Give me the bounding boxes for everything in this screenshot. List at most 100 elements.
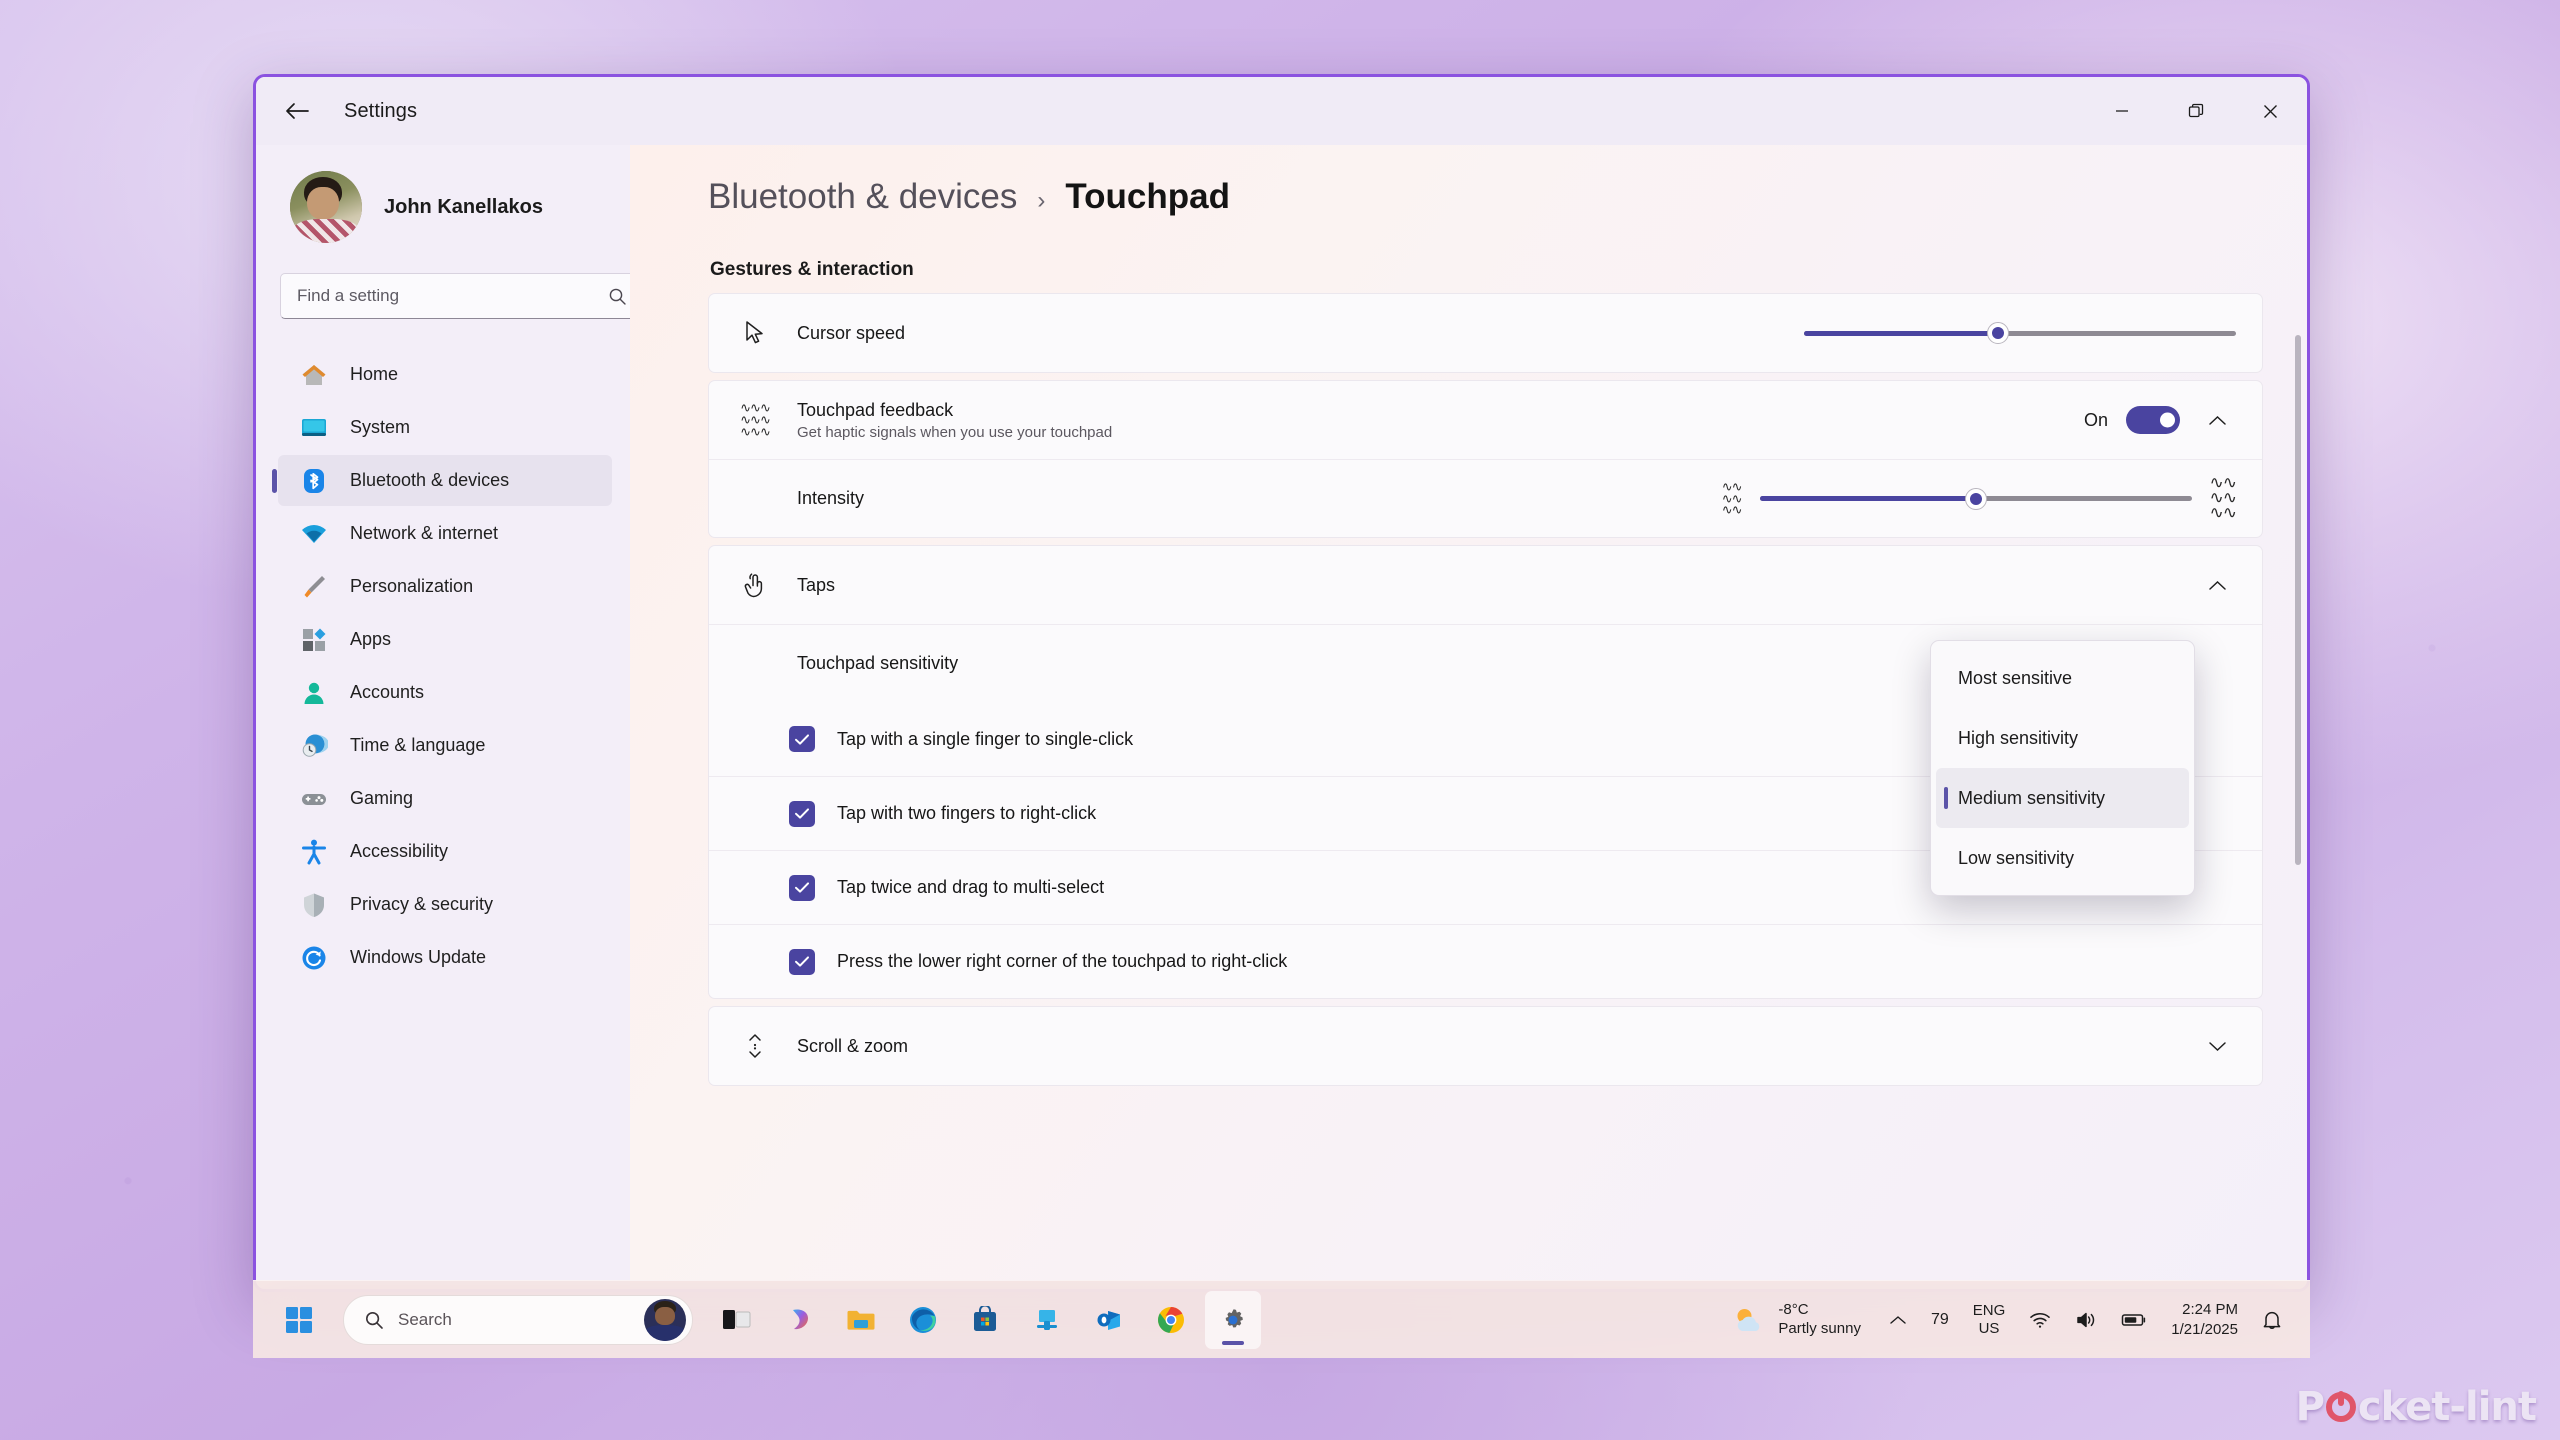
sidebar: John Kanellakos Home System Bluetooth & de…	[256, 145, 642, 1289]
clock-widget[interactable]: 2:24 PM 1/21/2025	[2161, 1294, 2248, 1344]
sidebar-item-label: Apps	[350, 629, 392, 649]
refresh-sync-icon	[300, 944, 328, 972]
avatar	[290, 171, 362, 243]
google-chrome-icon[interactable]	[1143, 1291, 1199, 1349]
wifi-icon[interactable]	[2019, 1303, 2061, 1337]
breadcrumb-parent-link[interactable]: Bluetooth & devices	[708, 177, 1017, 217]
weather-widget[interactable]: -8°C Partly sunny	[1718, 1295, 1875, 1345]
sidebar-item-home[interactable]: Home	[278, 349, 612, 400]
haptic-low-icon: ∿∿ ∿∿ ∿∿	[1721, 478, 1743, 518]
checkbox[interactable]	[789, 874, 815, 901]
sidebar-item-network-internet[interactable]: Network & internet	[278, 508, 612, 559]
chevron-up-icon[interactable]	[2198, 401, 2236, 439]
touchpad-feedback-sublabel: Get haptic signals when you use your tou…	[797, 423, 1113, 441]
checkbox[interactable]	[789, 726, 815, 752]
checkbox-label: Tap twice and drag to multi-select	[837, 877, 1105, 897]
checkbox[interactable]	[789, 800, 815, 827]
sidebar-item-personalization[interactable]: Personalization	[278, 561, 612, 612]
taskbar-system-tray: -8°C Partly sunny 79 ENG US 2:24 PM 1/21…	[1718, 1294, 2292, 1346]
taskbar: Search -8°C Partly sunny 79 ENG US 2:24 …	[253, 1280, 2310, 1358]
chevron-up-icon[interactable]	[2198, 566, 2236, 604]
taps-row[interactable]: Taps	[709, 546, 2262, 624]
sidebar-nav-list: Home System Bluetooth & devices Network & i…	[274, 349, 612, 983]
sensitivity-option[interactable]: Low sensitivity	[1936, 828, 2189, 888]
content-scrollbar[interactable]	[2295, 335, 2301, 865]
bell-icon[interactable]	[2252, 1301, 2292, 1339]
teams-icon[interactable]	[1019, 1291, 1075, 1349]
sidebar-item-label: System	[350, 417, 411, 437]
intensity-row: Intensity ∿∿ ∿∿ ∿∿ ∿∿ ∿∿ ∿∿	[709, 459, 2262, 537]
paintbrush-icon	[300, 573, 328, 601]
clock-globe-icon	[300, 732, 329, 760]
find-a-setting-box[interactable]	[280, 273, 642, 319]
weather-condition: Partly sunny	[1778, 1319, 1861, 1337]
sidebar-item-accessibility[interactable]: Accessibility	[278, 826, 612, 877]
tray-badge-count[interactable]: 79	[1921, 1303, 1959, 1337]
speaker-icon[interactable]	[2065, 1303, 2107, 1337]
person-icon	[300, 679, 328, 707]
cursor-speed-slider[interactable]	[1804, 320, 2236, 346]
system-monitor-icon	[300, 414, 328, 442]
watermark-text-before: P	[2295, 1384, 2325, 1430]
language-line-2: US	[1978, 1319, 2000, 1337]
search-icon	[609, 288, 626, 305]
sidebar-item-privacy-security[interactable]: Privacy & security	[278, 879, 612, 930]
window-controls	[2085, 77, 2307, 145]
sidebar-item-gaming[interactable]: Gaming	[278, 773, 612, 824]
sidebar-item-label: Home	[350, 364, 399, 384]
home-icon	[300, 361, 328, 389]
shield-icon	[300, 891, 328, 919]
checkbox[interactable]	[789, 948, 815, 975]
sidebar-item-bluetooth-devices[interactable]: Bluetooth & devices	[278, 455, 612, 506]
minimize-button[interactable]	[2085, 77, 2159, 145]
windows-start-icon[interactable]	[271, 1291, 327, 1349]
maximize-restore-button[interactable]	[2159, 77, 2233, 145]
tap-option-row[interactable]: Press the lower right corner of the touc…	[709, 924, 2262, 998]
sidebar-item-label: Network & internet	[350, 523, 499, 543]
intensity-slider[interactable]	[1759, 486, 2192, 512]
close-button[interactable]	[2233, 77, 2307, 145]
back-arrow-icon[interactable]	[274, 91, 320, 131]
outlook-icon[interactable]	[1081, 1291, 1137, 1349]
cursor-arrow-icon	[739, 317, 771, 349]
taskbar-profile-avatar[interactable]	[644, 1298, 686, 1341]
taskbar-search-pill[interactable]: Search	[343, 1294, 693, 1345]
cursor-speed-row: Cursor speed	[709, 294, 2262, 372]
cursor-speed-label: Cursor speed	[797, 322, 906, 343]
clock-time: 2:24 PM	[2182, 1301, 2238, 1319]
sidebar-item-windows-update[interactable]: Windows Update	[278, 932, 612, 983]
sidebar-item-system[interactable]: System	[278, 402, 612, 453]
touchpad-feedback-toggle[interactable]	[2126, 406, 2180, 434]
task-view-icon[interactable]	[709, 1291, 765, 1349]
sidebar-item-label: Bluetooth & devices	[350, 470, 510, 490]
battery-icon[interactable]	[2111, 1304, 2157, 1336]
haptic-waves-icon: ∿∿∿ ∿∿∿ ∿∿∿	[740, 400, 771, 439]
settings-gear-icon[interactable]	[1205, 1290, 1261, 1349]
touchpad-feedback-row[interactable]: ∿∿∿ ∿∿∿ ∿∿∿ Touchpad feedback Get haptic s…	[709, 381, 2262, 459]
taps-label: Taps	[797, 574, 836, 595]
tray-overflow-chevron-icon[interactable]	[1879, 1306, 1917, 1334]
sidebar-item-accounts[interactable]: Accounts	[278, 667, 612, 718]
sidebar-item-time-language[interactable]: Time & language	[278, 720, 612, 771]
scroll-updown-icon	[739, 1030, 771, 1062]
sensitivity-option[interactable]: Most sensitive	[1936, 648, 2189, 708]
search-input[interactable]	[297, 286, 608, 306]
account-block[interactable]: John Kanellakos	[274, 145, 612, 273]
microsoft-edge-icon[interactable]	[895, 1291, 951, 1349]
taskbar-search-label: Search	[398, 1309, 452, 1329]
microsoft-store-icon[interactable]	[957, 1291, 1013, 1349]
file-explorer-icon[interactable]	[833, 1291, 889, 1349]
touchpad-sensitivity-dropdown: Most sensitive High sensitivity Medium sen…	[1930, 640, 2195, 896]
sidebar-item-label: Accounts	[350, 682, 425, 702]
sidebar-item-apps[interactable]: Apps	[278, 614, 612, 665]
copilot-icon[interactable]	[771, 1291, 827, 1349]
language-indicator[interactable]: ENG US	[1963, 1294, 2016, 1346]
tap-hand-icon	[739, 569, 771, 601]
window-titlebar: Settings	[256, 77, 2307, 145]
sensitivity-option[interactable]: High sensitivity	[1936, 708, 2189, 768]
chevron-down-icon[interactable]	[2198, 1027, 2236, 1065]
sidebar-item-label: Personalization	[350, 576, 474, 596]
scroll-zoom-row[interactable]: Scroll & zoom	[709, 1007, 2262, 1085]
sensitivity-option[interactable]: Medium sensitivity	[1936, 768, 2189, 828]
touchpad-feedback-label: Touchpad feedback	[797, 399, 954, 420]
